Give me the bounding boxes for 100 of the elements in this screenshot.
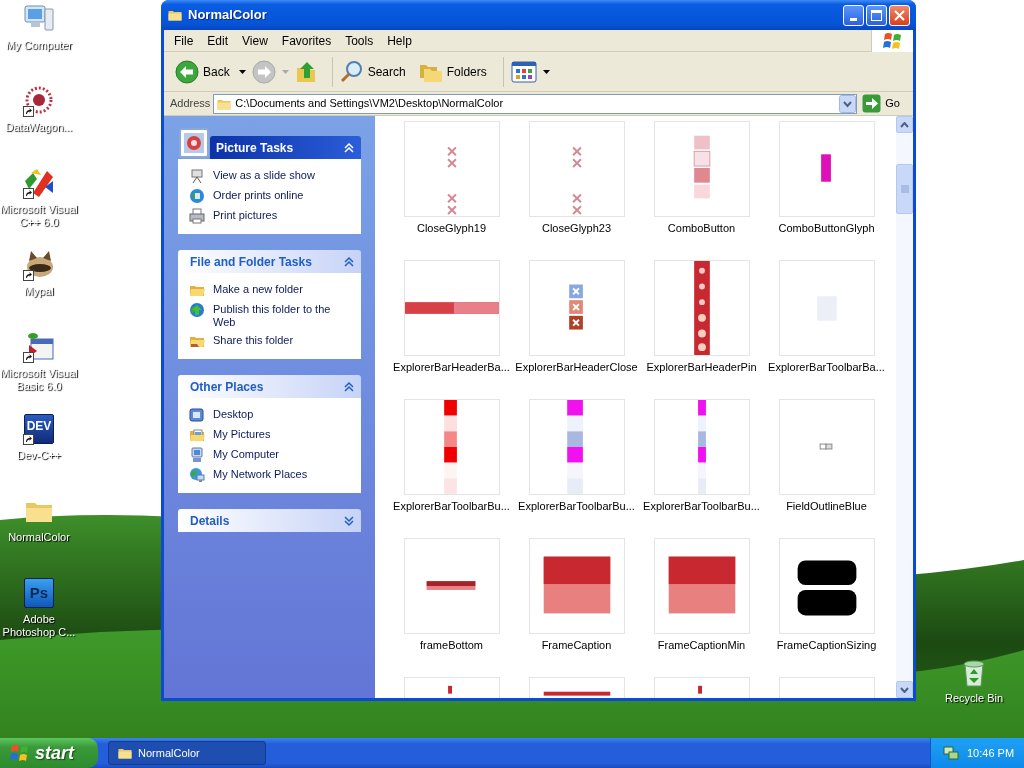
shortcut-arrow-icon xyxy=(23,106,34,117)
file-name[interactable]: FrameCaptionMin xyxy=(657,638,746,652)
printer-icon xyxy=(189,208,205,224)
file-name[interactable]: FieldOutlineBlue xyxy=(786,499,867,513)
start-button[interactable]: start xyxy=(0,738,98,768)
pane-header[interactable]: Details xyxy=(178,509,361,532)
task-link[interactable]: Order prints online xyxy=(213,188,304,202)
file-name[interactable]: ExplorerBarHeaderClose xyxy=(515,360,638,374)
task-link[interactable]: Publish this folder to the Web xyxy=(213,302,350,329)
file-name[interactable]: ExplorerBarToolbarBu... xyxy=(393,499,510,513)
picture-folder-icon xyxy=(189,427,205,443)
address-field[interactable]: C:\Documents and Settings\VM2\Desktop\NormalColor xyxy=(213,93,858,114)
desktop-icon-label[interactable]: My Computer xyxy=(6,39,72,52)
task-link[interactable]: Desktop xyxy=(213,407,254,421)
thumbnail[interactable] xyxy=(528,121,625,217)
desktop-icon-label[interactable]: DataWagon... xyxy=(5,121,73,134)
desktop-icon-label[interactable]: NormalColor xyxy=(8,531,70,544)
file-name[interactable]: CloseGlyph23 xyxy=(541,221,612,235)
scroll-up-button[interactable] xyxy=(896,116,913,133)
go-button[interactable]: Go xyxy=(862,94,909,113)
thumbnail[interactable] xyxy=(403,399,500,495)
dropdown-button[interactable] xyxy=(839,94,857,113)
close-button[interactable] xyxy=(889,4,910,26)
desktop-icon-label[interactable]: Adobe Photoshop C... xyxy=(0,613,78,639)
clock: 10:46 PM xyxy=(967,745,1015,761)
pane-header[interactable]: Picture Tasks xyxy=(210,136,361,159)
shortcut-arrow-icon xyxy=(23,352,34,363)
thumbnail[interactable] xyxy=(403,538,500,634)
thumbnail[interactable] xyxy=(653,538,750,634)
desktop-icon-label[interactable]: Microsoft Visual Basic 6.0 xyxy=(0,367,78,393)
thumbnail[interactable] xyxy=(653,260,750,356)
menu-item[interactable]: File xyxy=(167,31,201,50)
thumbnail[interactable] xyxy=(653,121,750,217)
windows-flag-icon xyxy=(10,744,30,762)
file-name[interactable]: FrameCaptionSizing xyxy=(776,638,877,652)
thumbnail[interactable] xyxy=(528,399,625,495)
task-link[interactable]: View as a slide show xyxy=(213,168,315,182)
maximize-button[interactable] xyxy=(866,4,887,26)
minimize-button[interactable] xyxy=(843,4,864,26)
search-button[interactable]: Search xyxy=(337,56,411,87)
file-name[interactable]: FrameCaption xyxy=(541,638,612,652)
scroll-thumb[interactable] xyxy=(896,164,913,214)
desktop-icon-label[interactable]: Dev-C++ xyxy=(17,449,61,462)
back-button[interactable]: Back xyxy=(173,56,235,87)
file-name[interactable]: frameBottom xyxy=(420,638,483,652)
menu-item[interactable]: View xyxy=(235,31,275,50)
task-link[interactable]: My Pictures xyxy=(213,427,271,441)
thumbnail[interactable] xyxy=(403,260,500,356)
taskbar-button[interactable]: NormalColor xyxy=(108,741,266,765)
computer-icon xyxy=(189,447,205,463)
thumbnail[interactable] xyxy=(528,538,625,634)
caret-icon[interactable] xyxy=(238,69,246,74)
pane-header[interactable]: File and Folder Tasks xyxy=(178,250,361,273)
folders-button[interactable]: Folders xyxy=(416,56,492,87)
file-name[interactable]: ExplorerBarHeaderBa... xyxy=(393,360,510,374)
file-name[interactable]: ExplorerBarToolbarBu... xyxy=(643,499,760,513)
thumbnail[interactable] xyxy=(653,399,750,495)
thumbnail[interactable] xyxy=(778,260,875,356)
views-icon xyxy=(510,60,537,83)
file-name[interactable]: ExplorerBarHeaderPin xyxy=(646,360,757,374)
task-link[interactable]: Make a new folder xyxy=(213,282,303,296)
menu-item[interactable]: Edit xyxy=(200,31,236,50)
shortcut-arrow-icon xyxy=(23,188,34,199)
network-icon[interactable] xyxy=(943,745,959,761)
file-name[interactable]: ExplorerBarToolbarBa... xyxy=(768,360,885,374)
desktop-icon-label[interactable]: Microsoft Visual C++ 6.0 xyxy=(0,203,78,229)
scroll-down-button[interactable] xyxy=(896,681,913,698)
file-name[interactable]: ExplorerBarToolbarBu... xyxy=(518,499,635,513)
thumbnail[interactable] xyxy=(778,399,875,495)
globe-icon xyxy=(189,188,205,204)
close-icon xyxy=(894,9,905,21)
network-icon xyxy=(189,467,205,483)
chevron-down-icon xyxy=(900,686,909,693)
file-name[interactable]: ComboButtonGlyph xyxy=(778,221,875,235)
task-link[interactable]: Print pictures xyxy=(213,208,278,222)
shortcut-arrow-icon xyxy=(23,270,34,281)
thumbnail[interactable] xyxy=(778,538,875,634)
thumbnail[interactable] xyxy=(403,121,500,217)
task-link[interactable]: My Computer xyxy=(213,447,280,461)
menu-item[interactable]: Favorites xyxy=(274,31,339,50)
file-name[interactable]: ComboButton xyxy=(667,221,736,235)
task-link[interactable]: Share this folder xyxy=(213,333,294,347)
window-title: NormalColor xyxy=(188,6,267,25)
file-name[interactable]: CloseGlyph19 xyxy=(416,221,487,235)
colored-blocks-icon xyxy=(23,167,55,199)
pane-header[interactable]: Other Places xyxy=(178,375,361,398)
desktop-icon-label[interactable]: Recycle Bin xyxy=(944,690,1004,707)
app-badge-icon: Ps xyxy=(24,578,54,608)
caret-icon[interactable] xyxy=(542,69,550,74)
thumbnail[interactable] xyxy=(778,121,875,217)
thumbnail[interactable] xyxy=(528,260,625,356)
task-link[interactable]: My Network Places xyxy=(213,467,308,481)
menu-item[interactable]: Tools xyxy=(338,31,381,50)
globe-icon xyxy=(189,302,205,318)
minimize-icon xyxy=(850,17,857,21)
menu-item[interactable]: Help xyxy=(380,31,419,50)
shortcut-arrow-icon xyxy=(23,434,34,445)
projector-icon xyxy=(189,168,205,184)
desktop-icon-label[interactable]: Mypal xyxy=(24,285,54,298)
maximize-icon xyxy=(871,9,882,21)
